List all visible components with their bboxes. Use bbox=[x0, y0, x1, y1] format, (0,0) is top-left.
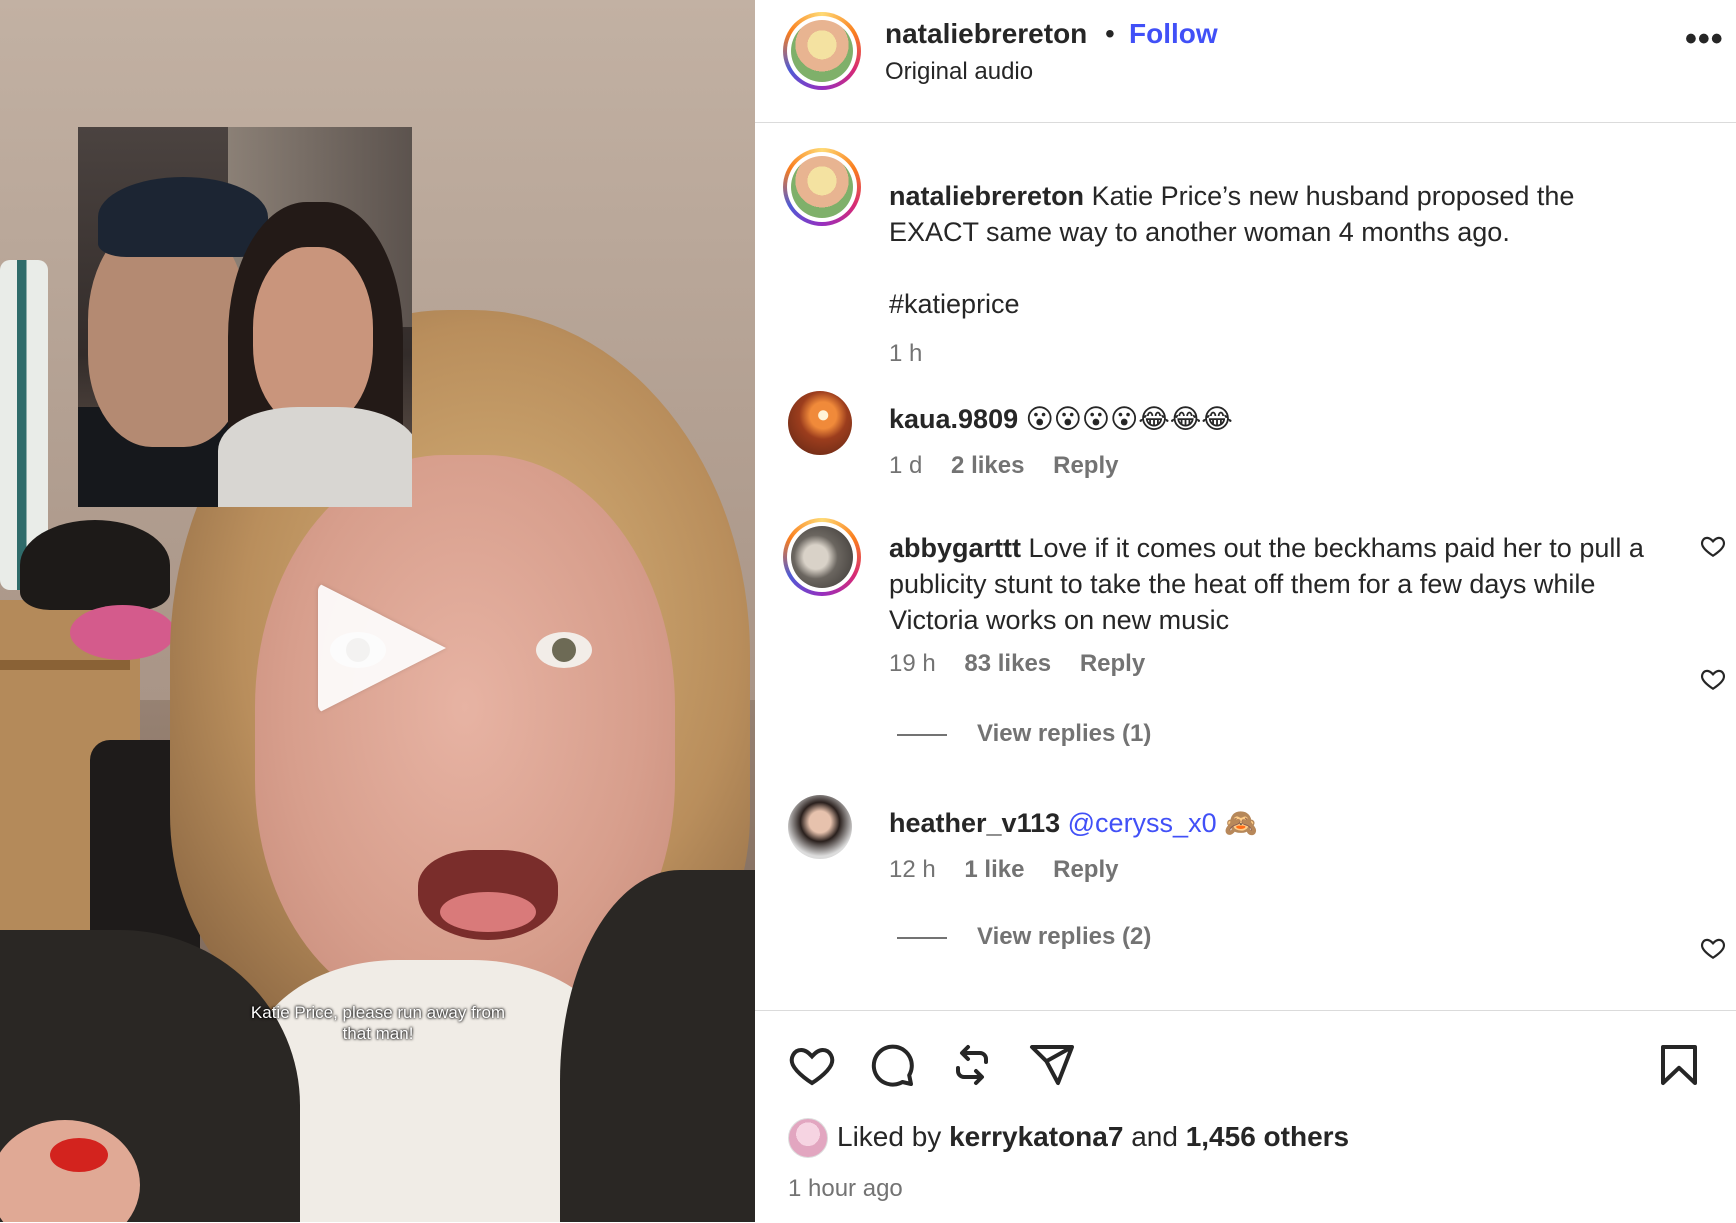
comment-meta: 19 h 83 likes Reply bbox=[889, 650, 1167, 678]
comment-likes[interactable]: 2 likes bbox=[951, 452, 1024, 479]
liker-avatar[interactable] bbox=[788, 1118, 828, 1158]
liked-by-prefix: Liked by bbox=[837, 1121, 942, 1152]
comment-username[interactable]: abbygarttt bbox=[889, 533, 1021, 563]
inset-woman-sweater bbox=[218, 407, 412, 507]
comment-text-block: heather_v113 @ceryss_x0 🙈 bbox=[889, 805, 1669, 842]
paper-plane-icon[interactable] bbox=[1028, 1041, 1076, 1089]
comment-time: 1 d bbox=[889, 452, 923, 479]
comment-text: 🙈 bbox=[1224, 808, 1258, 839]
author-avatar[interactable] bbox=[783, 12, 861, 90]
view-replies-button[interactable]: View replies (2) bbox=[897, 923, 1151, 951]
comment-reply-button[interactable]: Reply bbox=[1053, 452, 1118, 479]
caption-time: 1 h bbox=[889, 340, 923, 367]
liked-by-and: and bbox=[1131, 1121, 1178, 1152]
comment-reply-button[interactable]: Reply bbox=[1080, 650, 1145, 677]
comment-heart-icon[interactable] bbox=[1700, 533, 1726, 559]
caption-username[interactable]: nataliebrereton bbox=[889, 181, 1084, 211]
comment-likes[interactable]: 1 like bbox=[964, 856, 1024, 883]
view-replies-line bbox=[897, 733, 947, 736]
repost-icon[interactable] bbox=[948, 1041, 996, 1089]
likes-count[interactable]: 1,456 others bbox=[1186, 1121, 1349, 1152]
caption-author-avatar[interactable] bbox=[783, 148, 861, 226]
commenter-avatar[interactable] bbox=[788, 391, 852, 455]
commenter-avatar[interactable] bbox=[788, 795, 852, 859]
comment-username[interactable]: kaua.9809 bbox=[889, 404, 1018, 434]
inset-woman-face bbox=[253, 247, 373, 427]
comment-mention[interactable]: @ceryss_x0 bbox=[1068, 808, 1217, 838]
comment-likes[interactable]: 83 likes bbox=[964, 650, 1051, 677]
comment-bubble-icon[interactable] bbox=[868, 1041, 916, 1089]
background-pink-hat bbox=[70, 605, 175, 660]
heart-icon[interactable] bbox=[788, 1041, 836, 1089]
video-caption: Katie Price, please run away from that m… bbox=[250, 1003, 506, 1043]
view-replies-button[interactable]: View replies (1) bbox=[897, 720, 1151, 748]
header-separator-dot: • bbox=[1105, 18, 1115, 49]
comment-text: 😮😮😮😮😂😂😂 bbox=[1025, 404, 1233, 435]
post-action-bar: Liked by kerrykatona7 and 1,456 others 1… bbox=[755, 1010, 1736, 1223]
commenter-avatar[interactable] bbox=[783, 518, 861, 596]
post-header: nataliebrereton • Follow Original audio … bbox=[755, 0, 1736, 123]
comment-text-block: kaua.9809 😮😮😮😮😂😂😂 bbox=[889, 401, 1669, 438]
inset-photo-couple bbox=[78, 127, 412, 507]
bookmark-icon[interactable] bbox=[1655, 1041, 1703, 1089]
comment-time: 12 h bbox=[889, 856, 936, 883]
view-replies-label[interactable]: View replies (2) bbox=[977, 923, 1151, 950]
comment-username[interactable]: heather_v113 bbox=[889, 808, 1060, 838]
comment-meta: 12 h 1 like Reply bbox=[889, 856, 1140, 884]
author-username[interactable]: nataliebrereton bbox=[885, 18, 1087, 50]
comment-reply-button[interactable]: Reply bbox=[1053, 856, 1118, 883]
play-icon[interactable] bbox=[318, 583, 446, 713]
caption-hashtag[interactable]: #katieprice bbox=[889, 286, 1669, 322]
comment-heart-icon[interactable] bbox=[1700, 666, 1726, 692]
presenter-nail bbox=[50, 1138, 108, 1172]
comment-heart-icon[interactable] bbox=[1700, 935, 1726, 961]
presenter-mouth bbox=[418, 850, 558, 940]
liked-by-user[interactable]: kerrykatona7 bbox=[949, 1121, 1123, 1152]
follow-button[interactable]: Follow bbox=[1129, 18, 1218, 50]
more-options-icon[interactable]: ••• bbox=[1685, 20, 1724, 59]
presenter-eye-right bbox=[536, 632, 592, 668]
view-replies-label[interactable]: View replies (1) bbox=[977, 720, 1151, 747]
view-replies-line bbox=[897, 936, 947, 939]
post-time-ago: 1 hour ago bbox=[788, 1175, 903, 1202]
liked-by-line: Liked by kerrykatona7 and 1,456 others bbox=[837, 1121, 1349, 1153]
inset-man-cap bbox=[98, 177, 268, 257]
background-shelf-edge bbox=[0, 660, 130, 670]
comment-time: 19 h bbox=[889, 650, 936, 677]
background-hat bbox=[20, 520, 170, 610]
comments-section[interactable]: nataliebrereton Katie Price’s new husban… bbox=[755, 123, 1736, 1009]
video-player[interactable]: Katie Price, please run away from that m… bbox=[0, 0, 755, 1222]
post-side-panel: nataliebrereton • Follow Original audio … bbox=[755, 0, 1736, 1222]
comment-meta: 1 d 2 likes Reply bbox=[889, 452, 1140, 480]
comment-text-block-main: abbygarttt Love if it comes out the beck… bbox=[889, 530, 1669, 638]
audio-link[interactable]: Original audio bbox=[885, 58, 1033, 86]
caption-text-block: nataliebrereton Katie Price’s new husban… bbox=[889, 178, 1669, 250]
